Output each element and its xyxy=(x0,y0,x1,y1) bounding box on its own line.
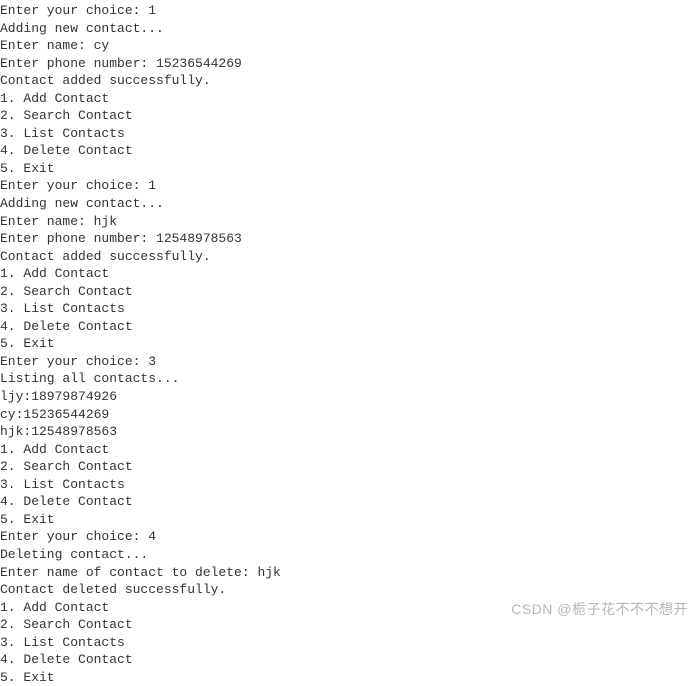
contact-entry: cy:15236544269 xyxy=(0,406,692,424)
contact-entry: hjk:12548978563 xyxy=(0,423,692,441)
output-line: Contact added successfully. xyxy=(0,248,692,266)
output-line: Enter your choice: 1 xyxy=(0,177,692,195)
menu-item: 3. List Contacts xyxy=(0,634,692,652)
menu-item: 3. List Contacts xyxy=(0,125,692,143)
menu-item: 1. Add Contact xyxy=(0,441,692,459)
menu-item: 1. Add Contact xyxy=(0,90,692,108)
output-line: Contact deleted successfully. xyxy=(0,581,692,599)
output-line: Contact added successfully. xyxy=(0,72,692,90)
output-line: Enter name: hjk xyxy=(0,213,692,231)
menu-item: 1. Add Contact xyxy=(0,265,692,283)
output-line: Deleting contact... xyxy=(0,546,692,564)
menu-item: 4. Delete Contact xyxy=(0,142,692,160)
menu-item: 3. List Contacts xyxy=(0,300,692,318)
menu-item: 5. Exit xyxy=(0,669,692,686)
output-line: Enter your choice: 3 xyxy=(0,353,692,371)
menu-item: 3. List Contacts xyxy=(0,476,692,494)
menu-item: 2. Search Contact xyxy=(0,107,692,125)
menu-item: 2. Search Contact xyxy=(0,458,692,476)
output-line: Adding new contact... xyxy=(0,195,692,213)
output-line: Enter phone number: 15236544269 xyxy=(0,55,692,73)
terminal-output: Enter your choice: 1 Adding new contact.… xyxy=(0,2,692,686)
menu-item: 5. Exit xyxy=(0,160,692,178)
menu-item: 4. Delete Contact xyxy=(0,493,692,511)
menu-item: 5. Exit xyxy=(0,335,692,353)
menu-item: 2. Search Contact xyxy=(0,283,692,301)
output-line: Enter phone number: 12548978563 xyxy=(0,230,692,248)
output-line: Enter your choice: 4 xyxy=(0,528,692,546)
output-line: Adding new contact... xyxy=(0,20,692,38)
watermark-text: CSDN @栀子花不不不想开 xyxy=(511,600,688,619)
output-line: Listing all contacts... xyxy=(0,370,692,388)
output-line: Enter your choice: 1 xyxy=(0,2,692,20)
contact-entry: ljy:18979874926 xyxy=(0,388,692,406)
menu-item: 4. Delete Contact xyxy=(0,318,692,336)
menu-item: 5. Exit xyxy=(0,511,692,529)
output-line: Enter name: cy xyxy=(0,37,692,55)
output-line: Enter name of contact to delete: hjk xyxy=(0,564,692,582)
menu-item: 4. Delete Contact xyxy=(0,651,692,669)
